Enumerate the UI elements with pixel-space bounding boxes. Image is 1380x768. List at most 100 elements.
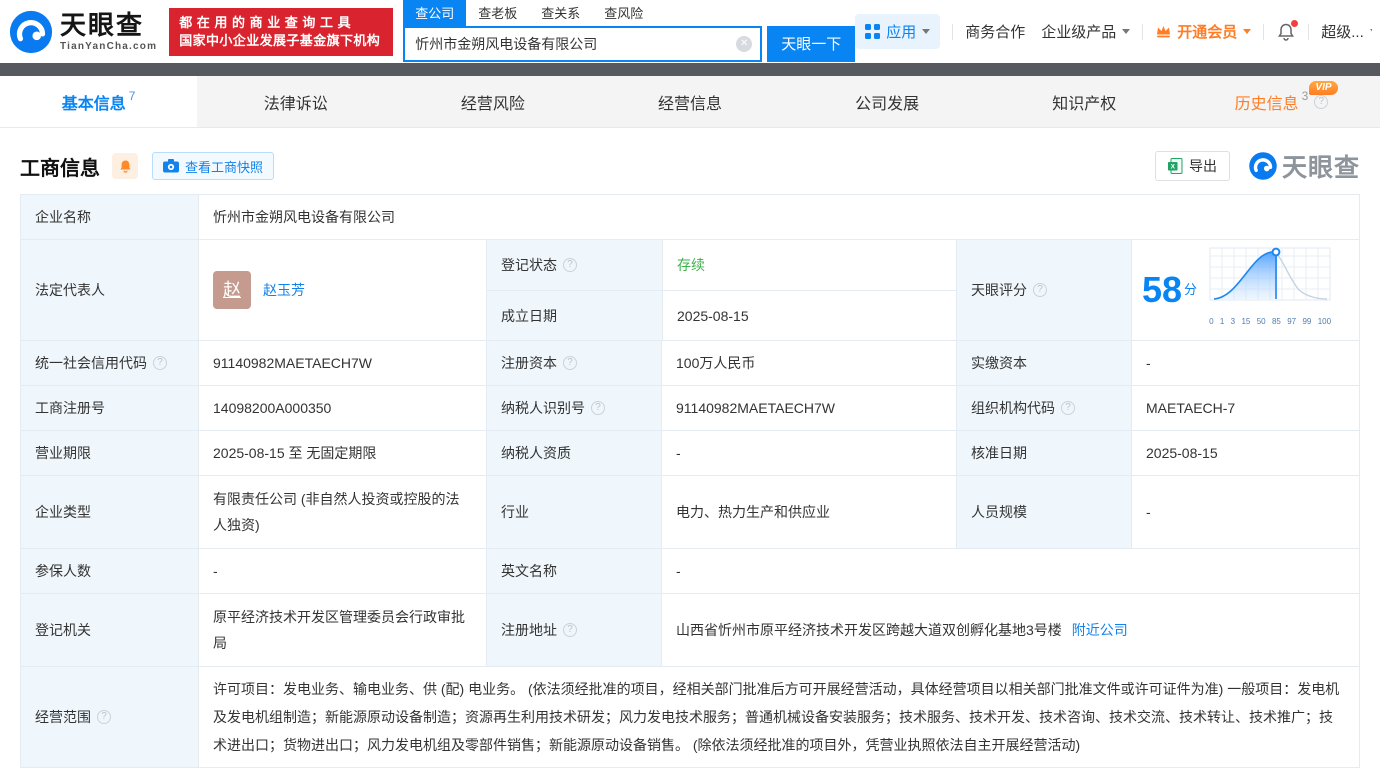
help-icon[interactable]: ?: [1061, 401, 1075, 415]
legal-rep-label: 法定代表人: [21, 240, 198, 340]
reg-capital-value: 100万人民币: [661, 341, 956, 385]
apps-label: 应用: [886, 21, 916, 42]
slogan-line1: 都在用的商业查询工具: [179, 14, 383, 32]
tab-company-development[interactable]: 公司发展: [789, 76, 986, 127]
reg-authority-label: 登记机关: [21, 594, 198, 666]
help-icon[interactable]: ?: [563, 356, 577, 370]
section-title: 工商信息: [20, 152, 100, 181]
tab-operation-info[interactable]: 经营信息: [591, 76, 788, 127]
watermark-text: 天眼查: [1282, 148, 1360, 184]
nav-vip-label: 开通会员: [1177, 21, 1237, 42]
score-distribution-chart: 0131550859799100: [1209, 246, 1331, 334]
notifications-button[interactable]: [1276, 22, 1296, 42]
org-code-value: MAETAECH-7: [1131, 386, 1359, 430]
tianyancha-watermark-icon: [1248, 151, 1278, 181]
nav-vip[interactable]: 开通会员: [1155, 21, 1251, 42]
tianyancha-logo[interactable]: 天眼查 TianYanCha.com: [8, 9, 157, 55]
search-tab-company[interactable]: 查公司: [403, 0, 466, 26]
divider: [1142, 24, 1143, 40]
legal-rep-cell: 赵 赵玉芳: [198, 240, 486, 340]
paid-capital-label: 实缴资本: [956, 341, 1131, 385]
search-input[interactable]: [403, 26, 762, 62]
uscc-label: 统一社会信用代码: [35, 351, 147, 375]
excel-icon: X: [1168, 158, 1183, 174]
search-button[interactable]: 天眼一下: [767, 26, 855, 62]
taxpayer-id-value: 91140982MAETAECH7W: [661, 386, 956, 430]
score-axis-labels: 0131550859799100: [1209, 310, 1331, 334]
company-name-value: 忻州市金朔风电设备有限公司: [198, 195, 1359, 239]
export-button-label: 导出: [1189, 156, 1217, 176]
table-row: 营业期限 2025-08-15 至 无固定期限 纳税人资质 - 核准日期 202…: [21, 430, 1359, 475]
reg-status-label-cell: 登记状态 ?: [487, 240, 662, 290]
company-tabbar: 基本信息7 法律诉讼 经营风险 经营信息 公司发展 知识产权 VIP 历史信息3…: [0, 76, 1380, 128]
reg-status-value: 存续: [662, 240, 956, 290]
nav-cooperation[interactable]: 商务合作: [965, 21, 1025, 42]
notification-dot: [1291, 20, 1298, 27]
divider: [1308, 24, 1309, 40]
table-row: 统一社会信用代码 ? 91140982MAETAECH7W 注册资本 ? 100…: [21, 340, 1359, 385]
business-info-table: 企业名称 忻州市金朔风电设备有限公司 法定代表人 赵 赵玉芳 登记状态 ? 存续…: [20, 194, 1360, 768]
tab-intellectual-property[interactable]: 知识产权: [986, 76, 1183, 127]
apps-menu[interactable]: 应用: [855, 14, 940, 49]
table-row: 登记机关 原平经济技术开发区管理委员会行政审批局 注册地址 ? 山西省忻州市原平…: [21, 593, 1359, 666]
tab-label: 知识产权: [1052, 90, 1116, 114]
nav-enterprise[interactable]: 企业级产品: [1041, 21, 1130, 42]
table-row: 法定代表人 赵 赵玉芳 登记状态 ? 存续 成立日期 2025-08-15 天眼…: [21, 239, 1359, 340]
tianyancha-logo-icon: [8, 9, 54, 55]
export-button[interactable]: X 导出: [1155, 151, 1230, 181]
org-code-label-cell: 组织机构代码 ?: [956, 386, 1131, 430]
clear-icon[interactable]: ✕: [736, 36, 752, 52]
company-name-label: 企业名称: [21, 195, 198, 239]
legal-rep-avatar[interactable]: 赵: [213, 271, 251, 309]
help-icon[interactable]: ?: [97, 710, 111, 724]
vip-badge: VIP: [1309, 81, 1337, 95]
reg-address-value: 山西省忻州市原平经济技术开发区跨越大道双创孵化基地3号楼: [676, 618, 1062, 642]
help-icon[interactable]: ?: [563, 623, 577, 637]
reg-number-label: 工商注册号: [21, 386, 198, 430]
help-icon[interactable]: ?: [591, 401, 605, 415]
tab-history-info[interactable]: VIP 历史信息3 ?: [1183, 76, 1380, 127]
header-divider-strip: [0, 63, 1380, 76]
score-unit: 分: [1184, 278, 1197, 302]
org-code-label: 组织机构代码: [971, 396, 1055, 420]
score-cell[interactable]: 58 分: [1131, 240, 1359, 340]
snapshot-button-label: 查看工商快照: [185, 157, 263, 176]
paid-capital-value: -: [1131, 341, 1359, 385]
apps-grid-icon: [865, 24, 880, 39]
business-term-label: 营业期限: [21, 431, 198, 475]
monitor-button[interactable]: [112, 153, 138, 179]
approval-date-value: 2025-08-15: [1131, 431, 1359, 475]
slogan-banner: 都在用的商业查询工具 国家中小企业发展子基金旗下机构: [169, 8, 393, 56]
legal-rep-link[interactable]: 赵玉芳: [263, 278, 305, 302]
tab-label: 经营信息: [658, 90, 722, 114]
snapshot-button[interactable]: 查看工商快照: [152, 152, 274, 180]
nearby-companies-link[interactable]: 附近公司: [1072, 618, 1128, 642]
industry-label: 行业: [486, 476, 661, 548]
table-row: 企业类型 有限责任公司 (非自然人投资或控股的法人独资) 行业 电力、热力生产和…: [21, 475, 1359, 548]
tab-legal-litigation[interactable]: 法律诉讼: [197, 76, 394, 127]
help-icon[interactable]: ?: [1033, 283, 1047, 297]
camera-icon: [163, 159, 179, 173]
help-icon[interactable]: ?: [153, 356, 167, 370]
search-tab-risk[interactable]: 查风险: [592, 0, 655, 26]
search-tab-boss[interactable]: 查老板: [466, 0, 529, 26]
table-row: 企业名称 忻州市金朔风电设备有限公司: [21, 195, 1359, 239]
reg-address-label-cell: 注册地址 ?: [486, 594, 661, 666]
svg-text:X: X: [1171, 164, 1176, 171]
business-scope-label: 经营范围: [35, 705, 91, 729]
english-name-value: -: [661, 549, 1359, 593]
business-scope-value: 许可项目：发电业务、输电业务、供 (配) 电业务。 (依法须经批准的项目，经相关…: [198, 667, 1359, 767]
tab-operation-risk[interactable]: 经营风险: [394, 76, 591, 127]
table-row: 经营范围 ? 许可项目：发电业务、输电业务、供 (配) 电业务。 (依法须经批准…: [21, 666, 1359, 767]
user-menu[interactable]: 超级...: [1321, 21, 1372, 42]
tab-basic-info[interactable]: 基本信息7: [0, 76, 197, 127]
help-icon[interactable]: ?: [1314, 95, 1328, 109]
tab-label: 法律诉讼: [264, 90, 328, 114]
chevron-down-icon: [1370, 29, 1372, 34]
tab-count: 3: [1302, 89, 1309, 103]
help-icon[interactable]: ?: [563, 258, 577, 272]
nav-enterprise-label: 企业级产品: [1041, 21, 1116, 42]
uscc-label-cell: 统一社会信用代码 ?: [21, 341, 198, 385]
reg-address-cell: 山西省忻州市原平经济技术开发区跨越大道双创孵化基地3号楼 附近公司: [661, 594, 1359, 666]
search-tab-relation[interactable]: 查关系: [529, 0, 592, 26]
